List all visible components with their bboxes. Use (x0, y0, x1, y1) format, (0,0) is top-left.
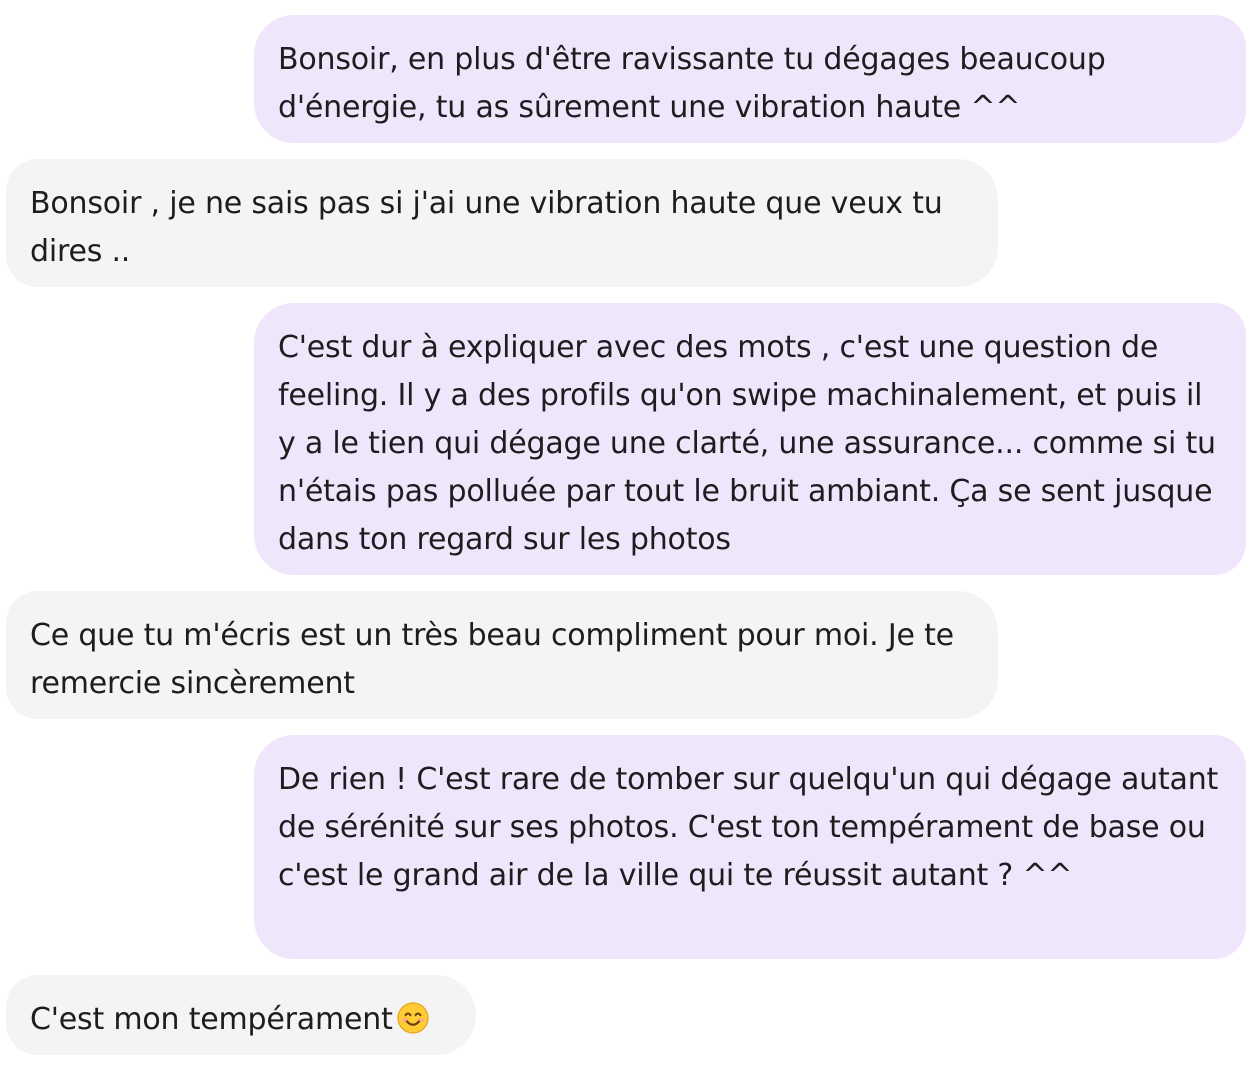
message-bubble-received[interactable]: Ce que tu m'écris est un très beau compl… (6, 591, 998, 719)
message-text: Bonsoir, en plus d'être ravissante tu dé… (278, 42, 1106, 125)
message-text: C'est mon tempérament (30, 1002, 393, 1037)
message-bubble-sent[interactable]: C'est dur à expliquer avec des mots , c'… (254, 303, 1246, 575)
message-text: Bonsoir , je ne sais pas si j'ai une vib… (30, 186, 943, 269)
message-text: Ce que tu m'écris est un très beau compl… (30, 618, 954, 701)
message-thread: Bonsoir, en plus d'être ravissante tu dé… (0, 0, 1258, 1070)
message-bubble-received[interactable]: Bonsoir , je ne sais pas si j'ai une vib… (6, 159, 998, 287)
smiling-face-emoji-icon (397, 1002, 429, 1034)
message-bubble-sent[interactable]: Bonsoir, en plus d'être ravissante tu dé… (254, 15, 1246, 143)
message-bubble-received[interactable]: C'est mon tempérament (6, 975, 476, 1055)
message-text: De rien ! C'est rare de tomber sur quelq… (278, 762, 1219, 893)
message-text: C'est dur à expliquer avec des mots , c'… (278, 330, 1216, 557)
message-bubble-sent[interactable]: De rien ! C'est rare de tomber sur quelq… (254, 735, 1246, 959)
